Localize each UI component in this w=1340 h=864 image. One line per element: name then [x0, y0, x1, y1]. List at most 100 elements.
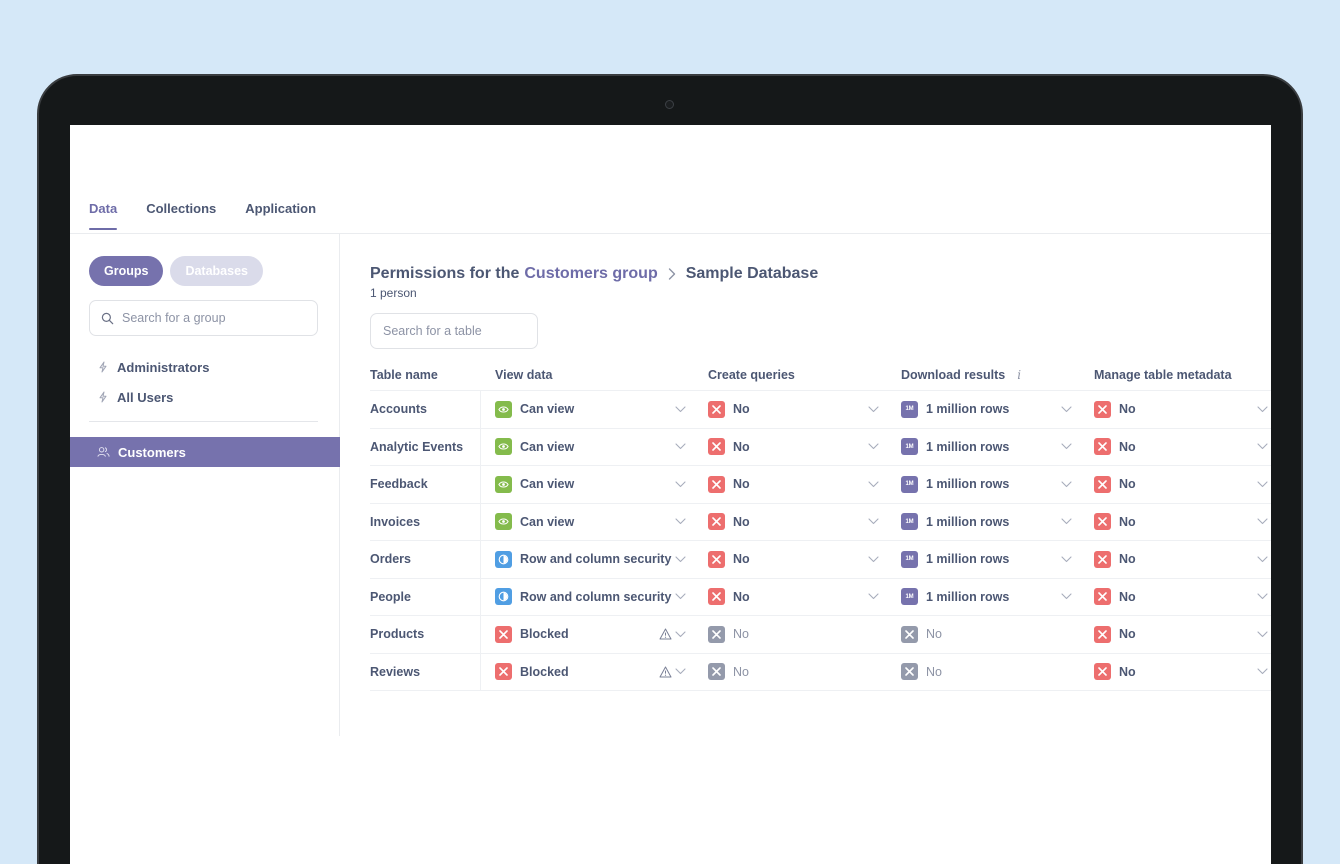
download-results-dropdown: No: [901, 625, 1080, 643]
view-data-value: Row and column security: [520, 552, 672, 567]
download-results-dropdown[interactable]: 1M 1 million rows: [901, 400, 1080, 418]
view-data-dropdown[interactable]: Blocked: [495, 625, 694, 643]
create-queries-value: No: [733, 627, 749, 642]
create-queries-value: No: [733, 439, 750, 454]
download-results-dropdown[interactable]: 1M 1 million rows: [901, 475, 1080, 493]
create-queries-dropdown[interactable]: No: [708, 588, 887, 606]
security-icon: [495, 550, 512, 568]
manage-metadata-dropdown[interactable]: No: [1094, 663, 1271, 681]
view-data-dropdown[interactable]: Blocked: [495, 663, 694, 681]
create-queries-cell: No: [694, 625, 887, 643]
create-queries-dropdown[interactable]: No: [708, 550, 887, 568]
chevron-down-icon: [868, 518, 879, 525]
info-icon[interactable]: i: [1017, 368, 1021, 382]
view-data-cell: Can view: [481, 513, 694, 531]
sidebar: Groups Databases Search for a group Admi…: [70, 234, 340, 736]
chevron-down-icon: [675, 556, 686, 563]
no-access-icon: [901, 663, 918, 681]
warning-icon[interactable]: [659, 628, 672, 640]
download-results-value: 1 million rows: [926, 402, 1010, 417]
download-results-cell: No: [887, 663, 1080, 681]
download-results-dropdown[interactable]: 1M 1 million rows: [901, 588, 1080, 606]
create-queries-cell: No: [694, 663, 887, 681]
manage-metadata-dropdown[interactable]: No: [1094, 475, 1271, 493]
chevron-down-icon: [1061, 593, 1072, 600]
permissions-table: Table name View data Create queries Down…: [370, 359, 1271, 691]
manage-metadata-value: No: [1119, 664, 1136, 679]
manage-metadata-dropdown[interactable]: No: [1094, 550, 1271, 568]
warning-icon[interactable]: [659, 666, 672, 678]
table-row: Analytic Events Can view No 1M 1 million row…: [370, 428, 1271, 466]
no-access-icon: [1094, 513, 1111, 531]
blocked-icon: [495, 625, 512, 643]
view-data-dropdown[interactable]: Can view: [495, 400, 694, 418]
people-icon: [97, 447, 110, 457]
chevron-down-icon: [675, 481, 686, 488]
table-search-placeholder: Search for a table: [383, 324, 482, 338]
view-data-cell: Row and column security: [481, 588, 694, 606]
no-access-icon: [708, 663, 725, 681]
table-row: Orders Row and column security No 1M 1 milli…: [370, 541, 1271, 579]
table-row: Reviews Blocked No No No: [370, 653, 1271, 691]
no-access-icon: [1094, 663, 1111, 681]
view-data-dropdown[interactable]: Can view: [495, 475, 694, 493]
download-results-dropdown[interactable]: 1M 1 million rows: [901, 438, 1080, 456]
view-data-dropdown[interactable]: Can view: [495, 513, 694, 531]
table-name-cell: Orders: [370, 541, 481, 578]
create-queries-dropdown[interactable]: No: [708, 438, 887, 456]
chevron-down-icon: [1257, 406, 1268, 413]
create-queries-cell: No: [694, 588, 887, 606]
create-queries-value: No: [733, 589, 750, 604]
one-million-rows-icon: 1M: [901, 438, 918, 456]
chevron-down-icon: [675, 406, 686, 413]
manage-metadata-cell: No: [1080, 588, 1271, 606]
table-name-cell: Reviews: [370, 653, 481, 690]
group-search-input[interactable]: Search for a group: [89, 300, 318, 336]
view-data-value: Blocked: [520, 627, 569, 642]
download-results-dropdown: No: [901, 663, 1080, 681]
manage-metadata-dropdown[interactable]: No: [1094, 400, 1271, 418]
view-data-value: Can view: [520, 439, 575, 454]
databases-toggle-button[interactable]: Databases: [170, 256, 263, 286]
table-search-input[interactable]: Search for a table: [370, 313, 538, 349]
chevron-down-icon: [1061, 518, 1072, 525]
sidebar-item-all-users[interactable]: All Users: [97, 382, 209, 412]
chevron-down-icon: [868, 443, 879, 450]
no-access-icon: [708, 513, 725, 531]
one-million-badge-text: 1M: [905, 406, 914, 413]
no-access-icon: [1094, 475, 1111, 493]
create-queries-dropdown[interactable]: No: [708, 475, 887, 493]
view-data-dropdown[interactable]: Can view: [495, 438, 694, 456]
one-million-rows-icon: 1M: [901, 588, 918, 606]
view-data-value: Can view: [520, 514, 575, 529]
sidebar-item-administrators[interactable]: Administrators: [97, 352, 209, 382]
manage-metadata-value: No: [1119, 514, 1136, 529]
manage-metadata-dropdown[interactable]: No: [1094, 438, 1271, 456]
download-results-dropdown[interactable]: 1M 1 million rows: [901, 550, 1080, 568]
tab-collections[interactable]: Collections: [146, 201, 216, 230]
sidebar-item-label: Customers: [118, 444, 186, 460]
manage-metadata-dropdown[interactable]: No: [1094, 625, 1271, 643]
create-queries-dropdown[interactable]: No: [708, 400, 887, 418]
eye-icon: [495, 438, 512, 456]
chevron-down-icon: [675, 631, 686, 638]
create-queries-dropdown[interactable]: No: [708, 513, 887, 531]
download-results-value: No: [926, 664, 942, 679]
group-link[interactable]: Customers group: [524, 265, 657, 283]
view-data-dropdown[interactable]: Row and column security: [495, 588, 694, 606]
download-results-value: No: [926, 627, 942, 642]
download-results-dropdown[interactable]: 1M 1 million rows: [901, 513, 1080, 531]
groups-toggle-button[interactable]: Groups: [89, 256, 164, 286]
tab-application[interactable]: Application: [245, 201, 316, 230]
download-results-cell: No: [887, 625, 1080, 643]
tab-data[interactable]: Data: [89, 201, 118, 230]
chevron-down-icon: [1257, 518, 1268, 525]
camera-icon: [665, 100, 674, 109]
manage-metadata-dropdown[interactable]: No: [1094, 588, 1271, 606]
download-results-cell: 1M 1 million rows: [887, 588, 1080, 606]
chevron-down-icon: [675, 518, 686, 525]
sidebar-item-customers[interactable]: Customers: [70, 437, 340, 467]
view-data-dropdown[interactable]: Row and column security: [495, 550, 694, 568]
create-queries-value: No: [733, 552, 750, 567]
manage-metadata-dropdown[interactable]: No: [1094, 513, 1271, 531]
